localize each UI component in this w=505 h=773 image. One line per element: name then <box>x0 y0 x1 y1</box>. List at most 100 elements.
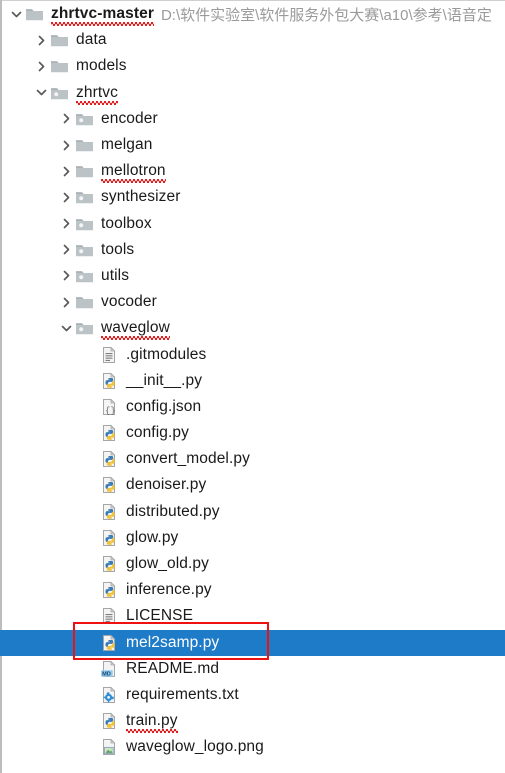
tree-row[interactable]: requirements.txt <box>2 682 505 708</box>
tree-row-label: config.py <box>126 424 189 442</box>
chevron-down-icon[interactable] <box>33 80 50 106</box>
tree-row-label: LICENSE <box>126 607 194 625</box>
file-explorer-panel: zhrtvc-master D:\软件实验室\软件服务外包大赛\a10\参考\语音… <box>0 0 505 773</box>
chevron-placeholder-icon <box>83 682 100 708</box>
tree-row[interactable]: __init__.py <box>2 368 505 394</box>
tree-row-label: mellotron <box>101 162 166 184</box>
tree-row[interactable]: config.py <box>2 420 505 446</box>
folder-icon <box>50 30 72 50</box>
chevron-right-icon[interactable] <box>58 158 75 184</box>
tree-row[interactable]: tools <box>2 237 505 263</box>
chevron-placeholder-icon <box>83 472 100 498</box>
tree-row[interactable]: .gitmodules <box>2 341 505 367</box>
chevron-right-icon[interactable] <box>33 27 50 53</box>
chevron-right-icon[interactable] <box>58 184 75 210</box>
chevron-placeholder-icon <box>83 603 100 629</box>
tree-row[interactable]: zhrtvc-master D:\软件实验室\软件服务外包大赛\a10\参考\语音… <box>2 1 505 27</box>
svg-text:{}: {} <box>105 406 116 416</box>
tree-row[interactable]: utils <box>2 263 505 289</box>
chevron-placeholder-icon <box>83 708 100 734</box>
chevron-down-icon[interactable] <box>58 315 75 341</box>
tree-row[interactable]: waveglow_logo.png <box>2 734 505 760</box>
folder-package-icon <box>75 214 97 234</box>
tree-row[interactable]: distributed.py <box>2 499 505 525</box>
python-file-icon <box>100 580 122 600</box>
chevron-right-icon[interactable] <box>33 53 50 79</box>
folder-package-icon <box>75 187 97 207</box>
tree-row-label: waveglow_logo.png <box>126 738 264 756</box>
tree-row-label: convert_model.py <box>126 450 250 468</box>
tree-row[interactable]: vocoder <box>2 289 505 315</box>
tree-row[interactable]: glow_old.py <box>2 551 505 577</box>
tree-row-label: zhrtvc-master <box>51 5 154 27</box>
config-file-icon <box>100 685 122 705</box>
tree-row[interactable]: inference.py <box>2 577 505 603</box>
tree-row-label: toolbox <box>101 214 152 232</box>
text-file-icon <box>100 606 122 626</box>
chevron-placeholder-icon <box>83 446 100 472</box>
tree-row-label: melgan <box>101 136 153 154</box>
tree-row-label: zhrtvc <box>76 83 118 105</box>
tree-row[interactable]: train.py <box>2 708 505 734</box>
chevron-right-icon[interactable] <box>58 263 75 289</box>
image-file-icon <box>100 737 122 757</box>
chevron-placeholder-icon <box>83 342 100 368</box>
folder-package-icon <box>75 266 97 286</box>
tree-row[interactable]: data <box>2 27 505 53</box>
folder-package-icon <box>50 83 72 103</box>
tree-row[interactable]: denoiser.py <box>2 472 505 498</box>
tree-row-label: requirements.txt <box>126 685 239 703</box>
python-file-icon <box>100 423 122 443</box>
folder-icon <box>25 4 47 24</box>
tree-row[interactable]: MD README.md <box>2 656 505 682</box>
chevron-placeholder-icon <box>83 368 100 394</box>
chevron-right-icon[interactable] <box>58 132 75 158</box>
tree-row-label: train.py <box>126 712 178 734</box>
folder-icon <box>75 161 97 181</box>
chevron-down-icon[interactable] <box>8 1 25 27</box>
python-file-icon <box>100 711 122 731</box>
tree-row[interactable]: waveglow <box>2 315 505 341</box>
tree-row-label: config.json <box>126 397 202 415</box>
python-file-icon <box>100 449 122 469</box>
chevron-right-icon[interactable] <box>58 211 75 237</box>
tree-row[interactable]: mellotron <box>2 158 505 184</box>
tree-row[interactable]: encoder <box>2 106 505 132</box>
chevron-right-icon[interactable] <box>58 106 75 132</box>
python-file-icon <box>100 475 122 495</box>
tree-row[interactable]: melgan <box>2 132 505 158</box>
folder-icon <box>75 135 97 155</box>
tree-row-label: waveglow <box>101 319 170 341</box>
chevron-placeholder-icon <box>83 656 100 682</box>
tree-row[interactable]: synthesizer <box>2 184 505 210</box>
chevron-placeholder-icon <box>83 394 100 420</box>
tree-row-label: utils <box>101 266 130 284</box>
folder-package-icon <box>75 109 97 129</box>
tree-row[interactable]: models <box>2 53 505 79</box>
tree-row[interactable]: LICENSE <box>2 603 505 629</box>
python-file-icon <box>100 528 122 548</box>
chevron-placeholder-icon <box>83 577 100 603</box>
chevron-placeholder-icon <box>83 420 100 446</box>
tree-row[interactable]: mel2samp.py <box>0 629 505 656</box>
tree-row[interactable]: glow.py <box>2 525 505 551</box>
file-tree[interactable]: zhrtvc-master D:\软件实验室\软件服务外包大赛\a10\参考\语音… <box>0 1 505 773</box>
tree-row-label: glow_old.py <box>126 555 209 573</box>
tree-row-label: tools <box>101 240 135 258</box>
tree-row-label: encoder <box>101 109 158 127</box>
chevron-placeholder-icon <box>83 499 100 525</box>
folder-icon <box>75 292 97 312</box>
tree-row-label: inference.py <box>126 581 212 599</box>
tree-row[interactable]: toolbox <box>2 211 505 237</box>
tree-row-label: __init__.py <box>126 371 203 389</box>
tree-row[interactable]: zhrtvc <box>2 80 505 106</box>
tree-row-label: data <box>76 31 107 49</box>
tree-row[interactable]: convert_model.py <box>2 446 505 472</box>
folder-package-icon <box>75 240 97 260</box>
text-file-icon <box>100 345 122 365</box>
tree-row[interactable]: {} config.json <box>2 394 505 420</box>
chevron-right-icon[interactable] <box>58 289 75 315</box>
python-file-icon <box>100 554 122 574</box>
tree-row-label: glow.py <box>126 528 179 546</box>
chevron-right-icon[interactable] <box>58 237 75 263</box>
